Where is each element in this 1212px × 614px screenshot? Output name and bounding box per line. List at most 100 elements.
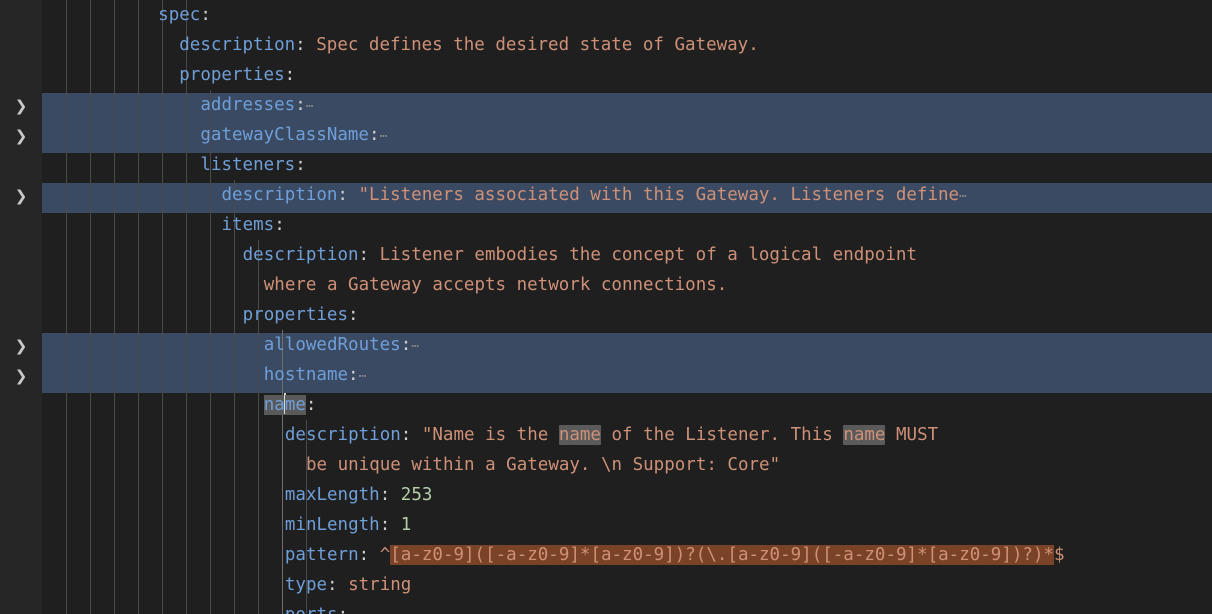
- token: "Listeners associated with this Gateway.…: [358, 185, 960, 205]
- line-content: allowedRoutes:⋯: [264, 330, 420, 362]
- line-content: hostname:⋯: [264, 360, 368, 392]
- token: "Name is the: [421, 425, 559, 445]
- token: :: [295, 35, 317, 55]
- fold-ellipsis-icon: ⋯: [358, 369, 368, 384]
- line-gatewayclassname[interactable]: gatewayClassName:⋯: [42, 120, 1212, 150]
- fold-ellipsis-icon: ⋯: [959, 189, 968, 204]
- token: Spec defines the desired state of Gatewa…: [316, 35, 759, 55]
- token: :: [358, 545, 380, 565]
- token: where a Gateway accepts network connecti…: [263, 275, 728, 295]
- line-content: maxLength: 253: [285, 480, 433, 510]
- token: description: [242, 245, 359, 265]
- fold-chevron-listeners-description[interactable]: ❯: [12, 187, 30, 205]
- token: :: [305, 395, 317, 415]
- token: type: [284, 575, 328, 595]
- line-content: description: "Listeners associated with …: [222, 180, 968, 212]
- token: :: [337, 185, 359, 205]
- code-editor[interactable]: spec: description: Spec defines the desir…: [0, 0, 1212, 614]
- code-surface[interactable]: spec: description: Spec defines the desir…: [42, 0, 1212, 614]
- token: properties: [242, 305, 348, 325]
- token: ports: [285, 605, 338, 614]
- token: :: [274, 215, 285, 235]
- line-items-description-cont[interactable]: where a Gateway accepts network connecti…: [42, 270, 1212, 300]
- fold-chevron-addresses[interactable]: ❯: [12, 97, 30, 115]
- token: :: [295, 95, 306, 115]
- token: :: [368, 125, 380, 145]
- line-content: properties:: [179, 60, 295, 90]
- line-content: where a Gateway accepts network connecti…: [264, 270, 728, 300]
- line-ports-partial[interactable]: ports:: [42, 600, 1212, 614]
- token: :: [327, 575, 349, 595]
- line-listeners[interactable]: listeners:: [42, 150, 1212, 180]
- line-content: pattern: ^[a-z0-9]([-a-z0-9]*[a-z0-9])?(…: [285, 540, 1065, 570]
- token: of the Listener. This: [600, 425, 844, 445]
- token: :: [284, 65, 296, 85]
- token: :: [400, 425, 422, 445]
- token: :: [379, 515, 401, 535]
- token: string: [348, 575, 412, 595]
- line-content: ports:: [285, 600, 348, 614]
- line-content: items:: [222, 210, 285, 240]
- line-items-properties[interactable]: properties:: [42, 300, 1212, 330]
- line-items-description[interactable]: description: Listener embodies the conce…: [42, 240, 1212, 270]
- line-content: description: Listener embodies the conce…: [243, 240, 917, 270]
- occurrence-highlight: name: [843, 425, 886, 445]
- line-spec-properties[interactable]: properties:: [42, 60, 1212, 90]
- line-addresses[interactable]: addresses:⋯: [42, 90, 1212, 120]
- token: maxLength: [284, 485, 380, 505]
- occurrence-highlight: name: [558, 425, 601, 445]
- fold-ellipsis-icon: ⋯: [411, 339, 421, 354]
- line-hostname[interactable]: hostname:⋯: [42, 360, 1212, 390]
- line-type[interactable]: type: string: [42, 570, 1212, 600]
- token: :: [400, 335, 412, 355]
- line-content: type: string: [285, 570, 411, 600]
- token: :: [200, 5, 211, 25]
- line-content: minLength: 1: [285, 510, 411, 540]
- token: description: [221, 185, 338, 205]
- line-listeners-description[interactable]: description: "Listeners associated with …: [42, 180, 1212, 210]
- line-spec-description[interactable]: description: Spec defines the desired st…: [42, 30, 1212, 60]
- line-content: description: "Name is the name of the Li…: [285, 420, 938, 450]
- token: hostname: [263, 365, 349, 385]
- token: :: [358, 245, 380, 265]
- token: :: [348, 365, 359, 385]
- line-content: properties:: [243, 300, 359, 330]
- token: me: [284, 395, 306, 415]
- fold-chevron-allowedroutes[interactable]: ❯: [12, 337, 30, 355]
- token: properties: [179, 65, 285, 85]
- line-maxlength[interactable]: maxLength: 253: [42, 480, 1212, 510]
- line-name[interactable]: name:: [42, 390, 1212, 420]
- line-name-description-cont[interactable]: be unique within a Gateway. \n Support: …: [42, 450, 1212, 480]
- token: 1: [400, 515, 412, 535]
- token: :: [379, 485, 401, 505]
- line-listeners-items[interactable]: items:: [42, 210, 1212, 240]
- token: items: [221, 215, 275, 235]
- token: :: [338, 605, 349, 614]
- token: minLength: [284, 515, 380, 535]
- token: be unique within a Gateway. \n Support: …: [306, 455, 781, 475]
- editor-gutter[interactable]: ❯ ❯ ❯ ❯ ❯: [0, 0, 42, 614]
- line-spec[interactable]: spec:: [42, 0, 1212, 30]
- token: MUST: [885, 425, 939, 445]
- token: ^: [379, 545, 391, 565]
- line-content: spec:: [158, 0, 211, 30]
- token: :: [295, 155, 306, 175]
- fold-chevron-hostname[interactable]: ❯: [12, 367, 30, 385]
- line-pattern[interactable]: pattern: ^[a-z0-9]([-a-z0-9]*[a-z0-9])?(…: [42, 540, 1212, 570]
- fold-ellipsis-icon: ⋯: [305, 99, 315, 114]
- token: spec: [158, 5, 201, 25]
- fold-chevron-gatewayclassname[interactable]: ❯: [12, 127, 30, 145]
- token: listeners: [200, 155, 296, 175]
- line-content: be unique within a Gateway. \n Support: …: [306, 450, 780, 480]
- token: :: [347, 305, 359, 325]
- line-minlength[interactable]: minLength: 1: [42, 510, 1212, 540]
- line-content: listeners:: [200, 150, 305, 180]
- line-allowedroutes[interactable]: allowedRoutes:⋯: [42, 330, 1212, 360]
- line-name-description[interactable]: description: "Name is the name of the Li…: [42, 420, 1212, 450]
- token: $: [1054, 545, 1065, 565]
- selection-highlight: [a-z0-9]([-a-z0-9]*[a-z0-9])?(\.[a-z0-9]…: [390, 545, 1055, 565]
- token: Listener embodies the concept of a logic…: [379, 245, 917, 265]
- token: description: [179, 35, 296, 55]
- token: allowedRoutes: [263, 335, 401, 355]
- line-content: name:: [263, 390, 317, 420]
